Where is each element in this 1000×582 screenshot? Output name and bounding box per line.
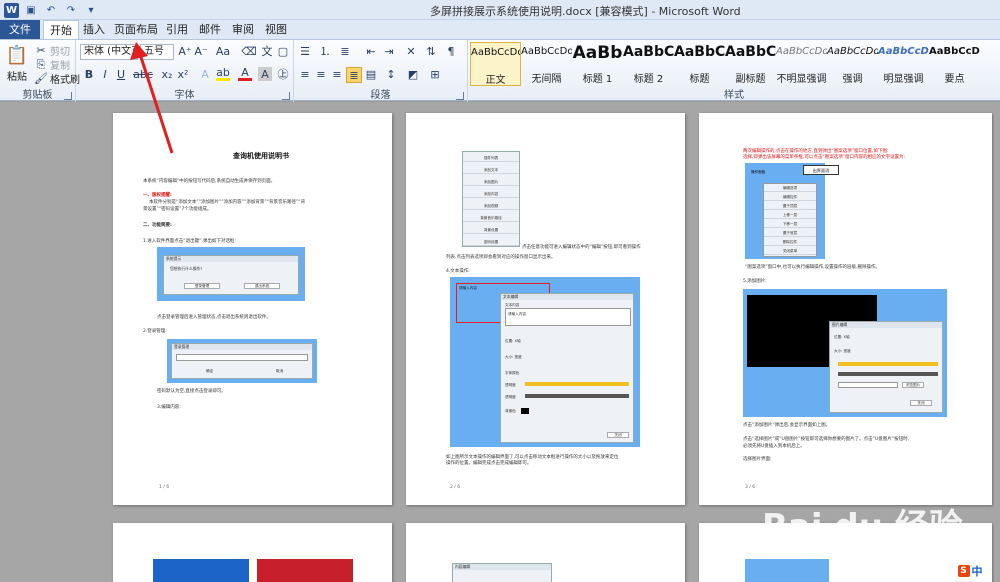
- baidu-jingyan-watermark: Bai du 经验: [762, 507, 963, 547]
- watermark-url: jingyan.baidu.com: [840, 557, 960, 572]
- sogou-logo-icon: S: [957, 565, 970, 577]
- arrow-head: [130, 42, 148, 60]
- watermark-brand: Bai du 经验: [762, 507, 963, 547]
- annotation-arrow: [130, 42, 174, 154]
- arrow-shaft: [138, 53, 174, 154]
- ime-language: 中: [971, 565, 983, 578]
- ime-indicator[interactable]: S 中: [952, 563, 988, 579]
